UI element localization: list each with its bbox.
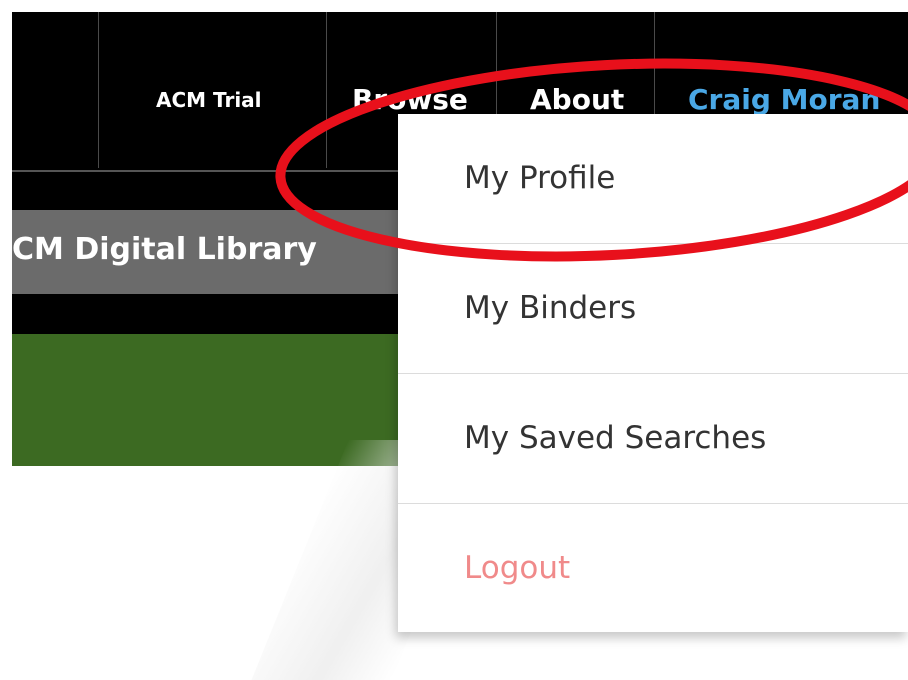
- menu-item-my-saved-searches[interactable]: My Saved Searches: [398, 374, 908, 504]
- user-dropdown-menu: My Profile My Binders My Saved Searches …: [398, 114, 908, 632]
- menu-item-my-profile[interactable]: My Profile: [398, 114, 908, 244]
- menu-item-logout[interactable]: Logout: [398, 504, 908, 634]
- nav-acm-trial-link[interactable]: ACM Trial: [156, 72, 262, 128]
- menu-item-label: My Profile: [464, 160, 616, 196]
- menu-item-my-binders[interactable]: My Binders: [398, 244, 908, 374]
- nav-divider: [98, 12, 99, 168]
- nav-divider: [326, 12, 327, 168]
- menu-item-label: Logout: [464, 550, 571, 586]
- menu-item-label: My Saved Searches: [464, 420, 767, 456]
- top-strip: [0, 0, 908, 12]
- library-title: CM Digital Library: [12, 232, 317, 267]
- menu-item-label: My Binders: [464, 290, 637, 326]
